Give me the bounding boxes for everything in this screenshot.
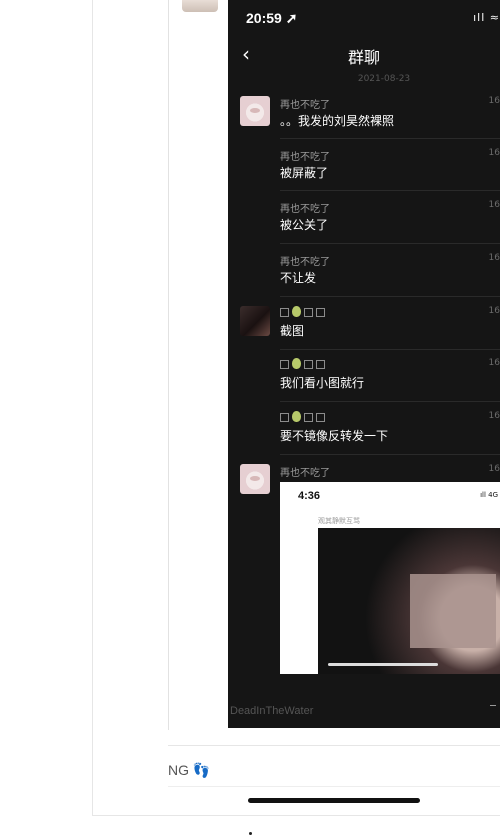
sender-name: 再也不吃了 [280,152,330,163]
divider [280,349,500,350]
close-icon[interactable]: ✕ [296,542,308,558]
reply-preview[interactable]: NG 👣 [168,762,210,779]
embedded-signal-icon: ıll 4G [480,491,498,499]
sender-name-glyphs [280,358,328,371]
message-time: 16 [488,306,500,316]
divider [280,296,500,297]
chat-title: 群聊 [347,48,380,67]
avatar[interactable] [240,464,270,494]
avatar[interactable] [240,306,270,336]
embedded-status-time: 4:36 [298,490,321,502]
sender-name: 再也不吃了 [280,468,330,479]
embedded-video [318,528,500,674]
chat-bottom-area [228,674,500,728]
shared-image-message[interactable]: 4:36 ıll 4G 观其静默互骂 ✕ [280,482,500,674]
chat-screenshot[interactable]: 20:59 ➚ ıll ≈ ‹ 群聊 2021-08-23 再也不吃了 16 。… [228,0,500,728]
page-dot [249,832,252,835]
sender-name-glyphs [280,411,328,424]
message-time: 16 [488,96,500,106]
status-time: 20:59 ➚ [246,10,298,26]
message-text: 。。我发的刘昊然裸照 [280,114,395,128]
avatar[interactable] [240,96,270,126]
message-text: 要不镜像反转发一下 [280,429,389,443]
sender-name: 再也不吃了 [280,257,330,268]
message-time: 16 [488,148,500,158]
message-text: 不让发 [280,271,317,285]
mosaic-blur [410,574,496,648]
embedded-caption: 观其静默互骂 [318,517,360,525]
message-time: 16 [488,358,500,368]
message-time: 16 [488,253,500,263]
message-text: 被公关了 [280,218,329,232]
message-time: 16 [488,411,500,421]
divider [280,401,500,402]
watermark: DeadInTheWater [230,705,314,717]
divider [168,745,500,746]
message-text: 被屏蔽了 [280,166,329,180]
sender-name: 再也不吃了 [280,100,330,111]
divider [280,243,500,244]
progress-bar [328,663,438,666]
signal-wifi-icon: ıll ≈ [473,11,500,24]
divider [280,138,500,139]
message-time: 16 [488,200,500,210]
divider [490,705,496,706]
column-divider [92,0,93,815]
divider [280,454,500,455]
sender-name-glyphs [280,306,328,319]
message-text: 我们看小图就行 [280,376,365,390]
divider [92,815,500,816]
message-time: 16 [488,464,500,474]
date-separator: 2021-08-23 [357,74,411,84]
divider [280,190,500,191]
message-text: 截图 [280,324,305,338]
divider [168,786,500,787]
poster-avatar[interactable] [182,0,218,12]
status-bar: 20:59 ➚ ıll ≈ [228,0,500,36]
post-page: 20:59 ➚ ıll ≈ ‹ 群聊 2021-08-23 再也不吃了 16 。… [0,0,500,840]
home-indicator[interactable] [248,798,420,803]
chat-nav-bar: ‹ 群聊 [228,36,500,74]
sender-name: 再也不吃了 [280,204,330,215]
